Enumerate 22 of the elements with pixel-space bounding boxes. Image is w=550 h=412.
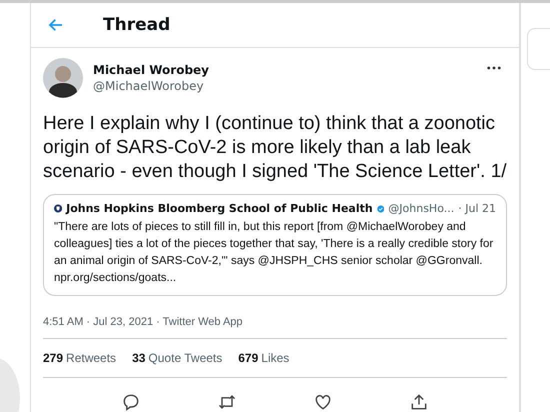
stat-label[interactable]: Quote Tweets (148, 351, 222, 365)
header-title: Thread (103, 15, 170, 35)
share-icon[interactable] (409, 392, 429, 412)
side-panel (527, 28, 550, 70)
stat-count[interactable]: 279 (43, 351, 64, 365)
more-options-icon[interactable] (487, 66, 501, 70)
quoted-author-handle: @JohnsHo... (388, 202, 454, 215)
reply-icon[interactable] (121, 392, 141, 412)
stat-label[interactable]: Retweets (66, 351, 116, 365)
stat-count[interactable]: 33 (132, 351, 146, 365)
avatar (43, 58, 83, 98)
heart-icon[interactable] (313, 392, 333, 412)
author-name[interactable]: Michael Worobey (93, 63, 477, 77)
stat-label[interactable]: Likes (261, 351, 290, 365)
timestamp[interactable]: 4:51 AM · Jul 23, 2021 · Twitter Web App (43, 316, 243, 328)
quoted-author-name: Johns Hopkins Bloomberg School of Public Health (66, 202, 373, 215)
author-handle[interactable]: @MichaelWorobey (93, 79, 477, 93)
quoted-tweet-card[interactable] (43, 194, 507, 296)
stat-count[interactable]: 679 (238, 351, 258, 365)
quoted-date: · Jul 21 (458, 202, 496, 215)
tweet-text: Here I explain why I (continue to) think that a zoonotic origin of SARS-CoV-2 is more likely than a lab leak scenario - even though I signed 'The Science Letter'. 1/ (43, 112, 507, 184)
quoted-tweet-text: "There are lots of pieces to still fill in, but this report [from @MichaelWorobey and colleagues] ties a lot of the pieces together that say, 'There is a really credible story for an animal origin of SARS-CoV-2,'" says @JHSPH_CHS senior scholar @GGronvall. npr.org/sections/goats... (54, 220, 494, 286)
